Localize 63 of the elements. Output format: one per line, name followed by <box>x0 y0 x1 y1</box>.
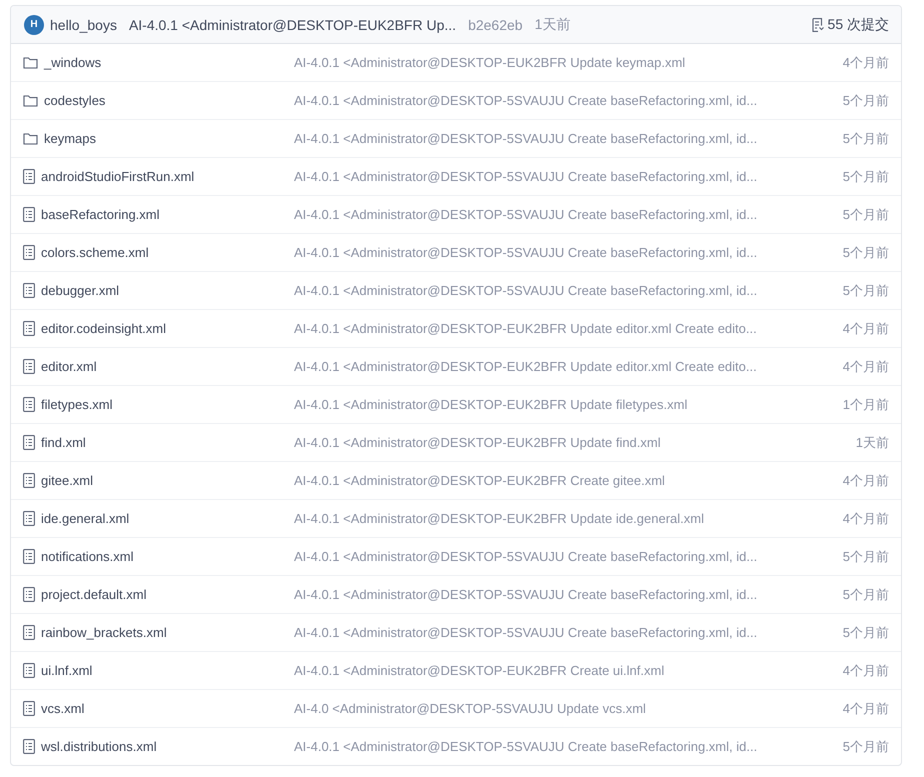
commit-time: 4个月前 <box>842 54 889 72</box>
commit-time: 5个月前 <box>842 206 889 224</box>
file-icon <box>23 511 35 526</box>
file-name-link[interactable]: rainbow_brackets.xml <box>41 625 167 640</box>
commits-icon <box>812 18 824 32</box>
commit-time: 5个月前 <box>842 130 889 148</box>
commit-time: 4个月前 <box>842 700 889 718</box>
commit-time: 4个月前 <box>842 358 889 376</box>
file-name-link[interactable]: gitee.xml <box>41 473 94 488</box>
commit-time: 4个月前 <box>842 472 889 490</box>
file-name-link[interactable]: debugger.xml <box>41 283 120 298</box>
commit-time: 1天前 <box>534 16 570 34</box>
file-icon <box>23 283 35 298</box>
file-icon <box>23 435 35 450</box>
commit-message-link[interactable]: AI-4.0.1 <Administrator@DESKTOP-EUK2BFR Up... <box>128 16 456 32</box>
commit-time: 1天前 <box>856 434 889 452</box>
commit-time: 4个月前 <box>842 510 889 528</box>
file-icon <box>23 397 35 412</box>
file-name-link[interactable]: vcs.xml <box>41 701 84 716</box>
commit-time: 5个月前 <box>842 586 889 604</box>
file-name-link[interactable]: ide.general.xml <box>41 511 130 526</box>
file-icon <box>23 473 35 488</box>
file-icon <box>23 587 35 602</box>
file-name-link[interactable]: colors.scheme.xml <box>41 245 149 260</box>
file-name-link[interactable]: filetypes.xml <box>41 397 113 412</box>
folder-icon <box>23 94 38 107</box>
file-icon <box>23 169 35 184</box>
file-icon <box>23 663 35 678</box>
file-name-link[interactable]: project.default.xml <box>41 587 146 602</box>
file-icon <box>23 739 35 754</box>
file-icon <box>23 207 35 222</box>
commit-time: 4个月前 <box>842 662 889 680</box>
commit-time: 5个月前 <box>842 168 889 186</box>
file-name-link[interactable]: notifications.xml <box>41 549 134 564</box>
file-name-link[interactable]: editor.codeinsight.xml <box>41 321 166 336</box>
commit-time: 5个月前 <box>842 548 889 566</box>
commit-time: 5个月前 <box>842 92 889 110</box>
commit-time: 5个月前 <box>842 244 889 262</box>
commit-time: 1个月前 <box>842 396 889 414</box>
file-icon <box>23 625 35 640</box>
file-icon <box>23 321 35 336</box>
file-name-link[interactable]: codestyles <box>44 93 106 108</box>
commit-time: 5个月前 <box>842 738 889 756</box>
file-name-link[interactable]: baseRefactoring.xml <box>41 207 160 222</box>
file-name-link[interactable]: wsl.distributions.xml <box>41 739 157 754</box>
file-icon <box>23 549 35 564</box>
commit-time: 5个月前 <box>842 624 889 642</box>
avatar[interactable]: H <box>24 14 44 34</box>
file-name-link[interactable]: ui.lnf.xml <box>41 663 92 678</box>
folder-icon <box>23 56 38 69</box>
author-link[interactable]: hello_boys <box>50 16 117 32</box>
file-icon <box>23 245 35 260</box>
file-icon <box>23 359 35 374</box>
file-name-link[interactable]: androidStudioFirstRun.xml <box>41 169 194 184</box>
commit-time: 4个月前 <box>842 320 889 338</box>
file-name-link[interactable]: keymaps <box>44 131 96 146</box>
commit-count-link[interactable]: 55 次提交 <box>828 16 889 34</box>
folder-icon <box>23 132 38 145</box>
file-name-link[interactable]: editor.xml <box>41 359 97 374</box>
commit-time: 5个月前 <box>842 282 889 300</box>
file-name-link[interactable]: find.xml <box>41 435 86 450</box>
file-name-link[interactable]: _windows <box>44 55 102 70</box>
file-icon <box>23 701 35 716</box>
